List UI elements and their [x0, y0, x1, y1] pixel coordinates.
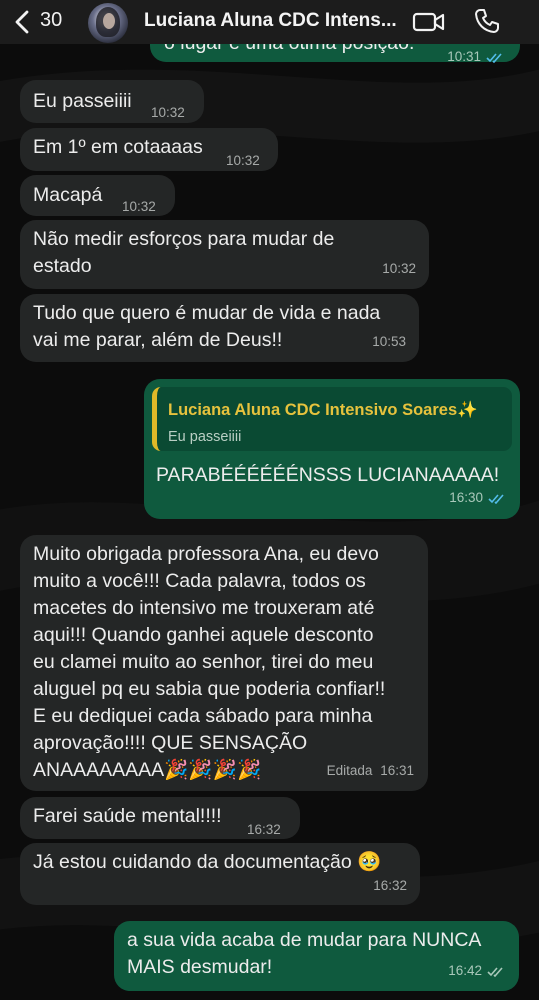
message-outgoing[interactable]: a sua vida acaba de mudar para NUNCA MAI…: [114, 921, 519, 991]
edited-label: Editada: [326, 763, 373, 778]
message-time: 16:31: [380, 763, 414, 778]
message-text: Em 1º em cotaaaas: [33, 136, 203, 158]
message-text: Eu passeiiii: [33, 90, 132, 112]
message-time: 10:32: [151, 105, 185, 120]
message-incoming[interactable]: Farei saúde mental!!!! 16:32: [20, 797, 300, 839]
message-incoming[interactable]: Tudo que quero é mudar de vida e nada va…: [20, 294, 419, 362]
message-text: Tudo que quero é mudar de vida e nada va…: [33, 302, 381, 351]
message-time: 16:42: [448, 963, 482, 978]
message-incoming[interactable]: Muito obrigada professora Ana, eu devo m…: [20, 535, 428, 791]
chat-header: 30 Luciana Aluna CDC Intens...: [0, 0, 539, 44]
message-text: a sua vida acaba de mudar para NUNCA MAI…: [127, 929, 482, 978]
message-time: 16:30: [449, 490, 483, 505]
message-incoming[interactable]: Macapá 10:32: [20, 175, 175, 216]
message-incoming[interactable]: Em 1º em cotaaaas 10:32: [20, 128, 278, 171]
quoted-author: Luciana Aluna CDC Intensivo Soares✨: [168, 401, 478, 419]
message-text: Macapá: [33, 184, 103, 206]
message-meta: Editada 16:31: [327, 757, 414, 784]
message-text: Farei saúde mental!!!!: [33, 805, 222, 827]
message-meta: 16:42: [448, 957, 505, 984]
quoted-message[interactable]: Luciana Aluna CDC Intensivo Soares✨ Eu p…: [152, 387, 512, 451]
message-time: 16:32: [247, 822, 281, 837]
message-text: Muito obrigada professora Ana, eu devo m…: [33, 543, 386, 781]
unread-count[interactable]: 30: [40, 9, 62, 32]
message-text: Já estou cuidando da documentação 🥹: [33, 851, 382, 873]
chat-title[interactable]: Luciana Aluna CDC Intens...: [144, 10, 406, 32]
message-time: 10:32: [226, 153, 260, 168]
message-time: 10:31: [447, 49, 481, 64]
quoted-text: Eu passeiiii: [168, 429, 242, 445]
video-call-icon[interactable]: [412, 10, 446, 34]
message-incoming[interactable]: Não medir esforços para mudar de estado …: [20, 220, 429, 289]
message-time: 10:32: [122, 199, 156, 214]
double-check-icon: [486, 53, 502, 63]
message-meta: 10:31: [447, 43, 504, 70]
phone-icon[interactable]: [473, 7, 501, 35]
message-outgoing-reply[interactable]: Luciana Aluna CDC Intensivo Soares✨ Eu p…: [144, 379, 520, 519]
message-incoming[interactable]: Já estou cuidando da documentação 🥹 16:3…: [20, 843, 420, 905]
avatar[interactable]: [88, 3, 128, 43]
double-check-icon: [488, 494, 504, 504]
chevron-left-icon[interactable]: [14, 10, 30, 34]
message-meta: 16:30: [449, 484, 506, 511]
message-time: 16:32: [373, 878, 407, 893]
message-text: PARABÉÉÉÉÉÉNSSS LUCIANAAAAA!: [156, 464, 500, 486]
message-time: 10:53: [372, 334, 406, 349]
message-incoming[interactable]: Eu passeiiii 10:32: [20, 80, 204, 123]
message-time: 10:32: [382, 261, 416, 276]
double-check-gray-icon: [487, 967, 503, 977]
message-text: Não medir esforços para mudar de estado: [33, 228, 335, 277]
